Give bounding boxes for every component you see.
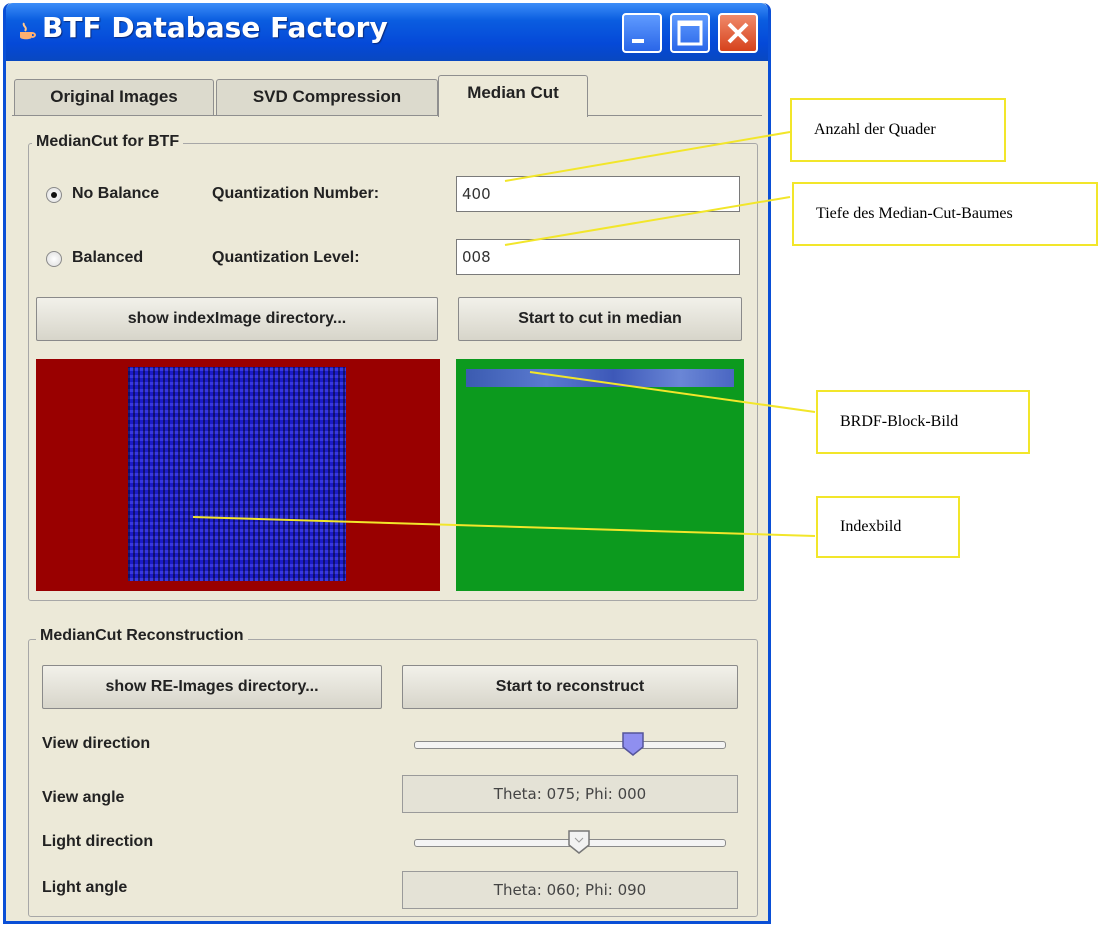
app-window: BTF Database Factory Original Images SVD… (3, 3, 771, 924)
radio-balanced[interactable] (46, 251, 62, 267)
light-direction-thumb[interactable] (567, 829, 591, 855)
annotation-indexbild: Indexbild (816, 496, 960, 558)
tab-median-cut[interactable]: Median Cut (438, 75, 588, 117)
annotation-tiefe: Tiefe des Median-Cut-Baumes (792, 182, 1098, 246)
quantization-number-label: Quantization Number: (212, 185, 380, 202)
client-area: Original Images SVD Compression Median C… (6, 61, 768, 921)
reconstruction-legend: MedianCut Reconstruction (36, 627, 248, 645)
quantization-level-input[interactable]: 008 (456, 239, 740, 275)
maximize-button[interactable] (670, 13, 710, 53)
light-direction-label: Light direction (42, 833, 154, 850)
view-direction-label: View direction (42, 735, 151, 752)
view-direction-slider[interactable] (414, 731, 726, 759)
java-cup-icon (20, 22, 36, 40)
view-direction-thumb[interactable] (621, 731, 645, 757)
start-cut-median-button[interactable]: Start to cut in median (458, 297, 742, 341)
show-re-images-directory-button[interactable]: show RE-Images directory... (42, 665, 382, 709)
index-image (128, 367, 346, 581)
radio-no-balance[interactable] (46, 187, 62, 203)
view-angle-readout: Theta: 075; Phi: 000 (402, 775, 738, 813)
index-image-panel (36, 359, 440, 591)
minimize-button[interactable] (622, 13, 662, 53)
light-angle-label: Light angle (42, 879, 128, 896)
maximize-icon (677, 20, 703, 46)
view-angle-label: View angle (42, 789, 125, 806)
show-index-image-directory-button[interactable]: show indexImage directory... (36, 297, 438, 341)
close-icon (727, 22, 749, 44)
tab-svd-compression[interactable]: SVD Compression (216, 79, 438, 115)
view-direction-track (414, 741, 726, 749)
annotation-brdf: BRDF-Block-Bild (816, 390, 1030, 454)
quantization-number-input[interactable]: 400 (456, 176, 740, 212)
mediancut-legend: MedianCut for BTF (32, 133, 184, 151)
brdf-block-image (466, 369, 734, 387)
window-title: BTF Database Factory (42, 11, 388, 44)
minimize-icon (632, 39, 644, 43)
light-angle-readout: Theta: 060; Phi: 090 (402, 871, 738, 909)
title-bar[interactable]: BTF Database Factory (6, 3, 768, 61)
light-direction-slider[interactable] (414, 829, 726, 857)
radio-selected-dot (51, 192, 57, 198)
start-reconstruct-button[interactable]: Start to reconstruct (402, 665, 738, 709)
radio-balanced-label[interactable]: Balanced (72, 249, 143, 267)
radio-no-balance-label[interactable]: No Balance (72, 185, 159, 203)
close-button[interactable] (718, 13, 758, 53)
tab-original-images[interactable]: Original Images (14, 79, 214, 115)
tab-strip-divider (12, 115, 762, 116)
quantization-level-label: Quantization Level: (212, 249, 360, 266)
annotation-quader: Anzahl der Quader (790, 98, 1006, 162)
brdf-block-panel (456, 359, 744, 591)
